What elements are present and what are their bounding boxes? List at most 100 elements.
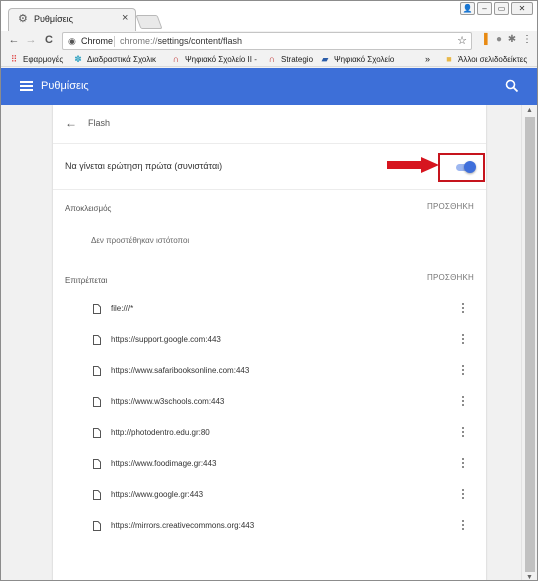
site-url: http://photodentro.edu.gr:80 [111,428,210,437]
bookmark-item[interactable]: ⠿ Εφαρμογές [9,53,63,65]
bookmark-item[interactable]: ∩ Strategio [267,53,313,65]
allow-section-title: Επιτρέπεται [65,276,108,285]
chrome-menu-icon[interactable]: ⋮ [521,34,533,46]
site-url: https://www.safaribooksonline.com:443 [111,366,250,375]
omnibox-url[interactable]: chrome://settings/content/flash [120,36,242,46]
back-arrow-icon[interactable]: ← [65,117,77,129]
ask-first-label: Να γίνεται ερώτηση πρώτα (συνιστάται) [65,161,223,171]
toolbar: ← → C ◉ Chrome chrome://settings/content… [1,31,537,51]
site-row[interactable]: file:///* [53,295,486,326]
arch-icon: ∩ [268,54,276,64]
bookmark-item[interactable]: ▰ Ψηφιακό Σχολείο [320,53,395,65]
url-prefix: chrome:// [120,36,158,46]
site-row[interactable]: https://mirrors.creativecommons.org:443 [53,512,486,543]
extension-icon[interactable]: ▐ [478,34,490,46]
scrollbar[interactable]: ▲ ▼ [521,105,537,580]
site-row[interactable]: https://support.google.com:443 [53,326,486,357]
back-button[interactable]: ← [7,33,21,47]
block-empty-text: Δεν προστέθηκαν ιστότοποι [91,236,190,245]
file-icon [93,366,101,376]
highlight-box [438,153,485,182]
arch-icon: ∩ [172,54,180,64]
site-row[interactable]: https://www.w3schools.com:443 [53,388,486,419]
more-vert-icon[interactable] [461,427,465,440]
red-arrow-annotation [387,157,439,173]
more-vert-icon[interactable] [461,303,465,316]
file-icon [93,459,101,469]
file-icon [93,521,101,531]
site-row[interactable]: https://www.google.gr:443 [53,481,486,512]
tab-strip: ⚙ Ρυθμίσεις × 👤 – ▭ ✕ [1,1,537,31]
file-icon [93,304,101,314]
more-vert-icon[interactable] [461,520,465,533]
hamburger-menu-icon[interactable] [20,81,33,91]
apps-grid-icon: ⠿ [10,54,18,64]
file-icon [93,428,101,438]
other-bookmarks-folder[interactable]: ■ Άλλοι σελιδοδείκτες [444,53,527,65]
search-icon[interactable] [505,79,519,93]
allow-add-button[interactable]: ΠΡΟΣΘΗΚΗ [427,273,474,282]
divider [53,189,486,190]
url-path: settings/content/flash [157,36,243,46]
bookmark-label: Ψηφιακό Σχολείο [334,54,395,64]
extension-icon[interactable]: ● [493,34,505,46]
more-vert-icon[interactable] [461,396,465,409]
maximize-button[interactable]: ▭ [494,2,509,15]
omnibox-chrome-label: Chrome [81,36,114,46]
extension-icon[interactable]: ✱ [506,34,518,46]
more-vert-icon[interactable] [461,334,465,347]
gear-icon: ⚙ [18,13,28,25]
omnibox-separator [114,36,115,47]
page-title: Ρυθμίσεις [41,80,89,92]
minimize-button[interactable]: – [477,2,492,15]
forward-button[interactable]: → [24,33,38,47]
bookmark-star-icon[interactable]: ☆ [457,35,467,47]
more-vert-icon[interactable] [461,365,465,378]
window-controls: 👤 – ▭ ✕ [460,2,533,16]
other-bookmarks-label: Άλλοι σελιδοδείκτες [458,54,528,64]
close-window-button[interactable]: ✕ [511,2,533,15]
site-url: file:///* [111,304,134,313]
site-row[interactable]: https://www.foodimage.gr:443 [53,450,486,481]
bookmark-label: Strategio [281,54,314,64]
more-vert-icon[interactable] [461,489,465,502]
site-row[interactable]: https://www.safaribooksonline.com:443 [53,357,486,388]
scrollbar-thumb[interactable] [525,117,535,572]
tab-title: Ρυθμίσεις [34,14,74,24]
browser-window: ⚙ Ρυθμίσεις × 👤 – ▭ ✕ ← → C ◉ Chrome chr… [0,0,538,581]
scroll-down-arrow-icon[interactable]: ▼ [526,574,533,580]
chrome-icon: ◉ [68,36,76,46]
bookmark-label: Εφαρμογές [23,54,64,64]
site-url: https://www.w3schools.com:443 [111,397,225,406]
scroll-up-arrow-icon[interactable]: ▲ [526,107,533,114]
tab-settings[interactable]: ⚙ Ρυθμίσεις × [8,8,136,31]
divider [53,143,486,144]
tab-close-icon[interactable]: × [122,13,128,24]
bookmark-item[interactable]: ∩ Ψηφιακό Σχολείο II - [171,53,257,65]
folder-icon: ■ [446,54,452,64]
bookmarks-bar: ⠿ Εφαρμογές ✽ Διαδραστικά Σχολικ ∩ Ψηφια… [1,51,537,67]
bookmarks-overflow-button[interactable]: » [425,53,430,65]
site-url: https://support.google.com:443 [111,335,221,344]
settings-content: ← Flash Να γίνεται ερώτηση πρώτα (συνιστ… [1,105,521,580]
user-icon[interactable]: 👤 [460,2,475,15]
toggle-knob[interactable] [464,161,476,173]
bookmark-item[interactable]: ✽ Διαδραστικά Σχολικ [73,53,156,65]
file-icon [93,397,101,407]
site-url: https://www.google.gr:443 [111,490,204,499]
file-icon [93,490,101,500]
site-url: https://www.foodimage.gr:443 [111,459,217,468]
site-row[interactable]: http://photodentro.edu.gr:80 [53,419,486,450]
more-vert-icon[interactable] [461,458,465,471]
block-section-title: Αποκλεισμός [65,204,112,213]
settings-header: Ρυθμίσεις [1,68,537,105]
reload-button[interactable]: C [42,33,56,47]
photo-icon: ▰ [321,54,329,64]
address-bar[interactable]: ◉ Chrome chrome://settings/content/flash… [62,32,472,50]
block-add-button[interactable]: ΠΡΟΣΘΗΚΗ [427,202,474,211]
new-tab-button[interactable] [135,15,163,29]
bookmark-label: Διαδραστικά Σχολικ [87,54,157,64]
file-icon [93,335,101,345]
site-url: https://mirrors.creativecommons.org:443 [111,521,255,530]
flash-settings-card: ← Flash Να γίνεται ερώτηση πρώτα (συνιστ… [53,105,486,580]
